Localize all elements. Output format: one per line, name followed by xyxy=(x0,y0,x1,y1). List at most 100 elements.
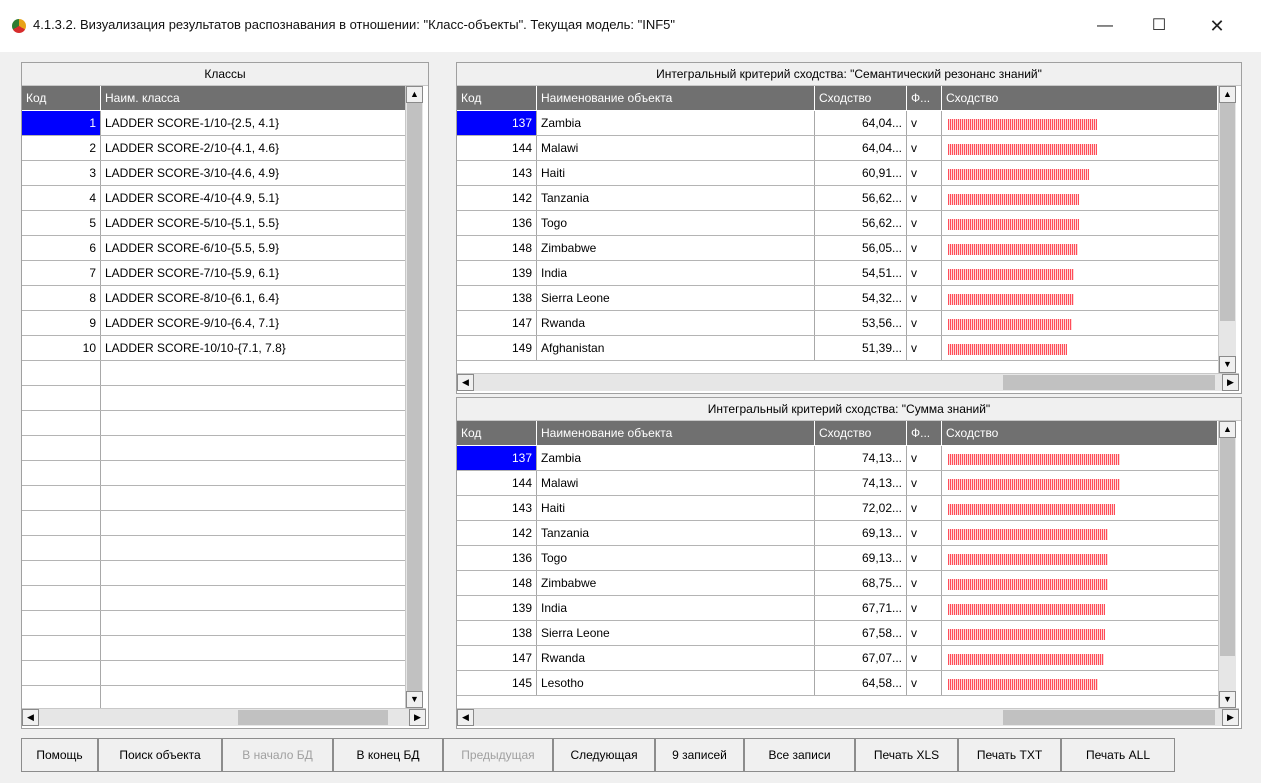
class-name-cell: LADDER SCORE-8/10-{6.1, 6.4} xyxy=(105,291,280,305)
scroll-thumb[interactable] xyxy=(1220,438,1235,656)
table-row[interactable]: 143 Haiti 60,91... v xyxy=(457,161,1218,186)
column-header-code[interactable]: Код xyxy=(457,421,537,445)
scroll-down-arrow-icon[interactable]: ▼ xyxy=(406,691,423,708)
scroll-thumb[interactable] xyxy=(407,103,422,691)
column-header-object-name[interactable]: Наименование объекта xyxy=(537,421,815,445)
class-name-cell: LADDER SCORE-1/10-{2.5, 4.1} xyxy=(105,116,280,130)
table-row[interactable]: 136 Togo 56,62... v xyxy=(457,211,1218,236)
scroll-left-arrow-icon[interactable]: ◀ xyxy=(457,709,474,726)
print-xls-button[interactable]: Печать XLS xyxy=(855,738,958,772)
table-row[interactable]: 139 India 54,51... v xyxy=(457,261,1218,286)
table-row[interactable]: 142 Tanzania 56,62... v xyxy=(457,186,1218,211)
scroll-thumb[interactable] xyxy=(238,710,388,725)
table-row[interactable]: 137 Zambia 64,04... v xyxy=(457,111,1218,136)
scroll-thumb[interactable] xyxy=(1003,710,1215,725)
nine-records-button[interactable]: 9 записей xyxy=(655,738,744,772)
db-end-button[interactable]: В конец БД xyxy=(333,738,443,772)
object-name-cell: Haiti xyxy=(537,496,815,520)
object-name-cell: Malawi xyxy=(537,136,815,160)
print-all-button[interactable]: Печать ALL xyxy=(1061,738,1175,772)
table-row[interactable]: 139 India 67,71... v xyxy=(457,596,1218,621)
table-row[interactable]: 6 LADDER SCORE-6/10-{5.5, 5.9} xyxy=(22,236,405,261)
table-row[interactable]: 142 Tanzania 69,13... v xyxy=(457,521,1218,546)
db-start-button[interactable]: В начало БД xyxy=(222,738,333,772)
scroll-right-arrow-icon[interactable]: ▶ xyxy=(409,709,426,726)
class-name-cell xyxy=(101,536,405,560)
column-header-fact[interactable]: Ф... xyxy=(907,421,942,445)
table-row[interactable]: 1 LADDER SCORE-1/10-{2.5, 4.1} xyxy=(22,111,405,136)
table-row[interactable]: 10 LADDER SCORE-10/10-{7.1, 7.8} xyxy=(22,336,405,361)
help-button[interactable]: Помощь xyxy=(21,738,98,772)
scroll-up-arrow-icon[interactable]: ▲ xyxy=(1219,86,1236,103)
scroll-right-arrow-icon[interactable]: ▶ xyxy=(1222,374,1239,391)
class-name-cell xyxy=(101,386,405,410)
table-row[interactable]: 147 Rwanda 53,56... v xyxy=(457,311,1218,336)
column-header-similarity[interactable]: Сходство xyxy=(815,86,907,110)
all-records-button[interactable]: Все записи xyxy=(744,738,855,772)
table-row[interactable]: 136 Togo 69,13... v xyxy=(457,546,1218,571)
previous-button[interactable]: Предыдущая xyxy=(443,738,553,772)
column-header-similarity-bar[interactable]: Сходство xyxy=(942,421,1218,445)
similarity-bar xyxy=(948,579,1108,590)
table-row[interactable]: 148 Zimbabwe 56,05... v xyxy=(457,236,1218,261)
table-row[interactable]: 144 Malawi 64,04... v xyxy=(457,136,1218,161)
table-row[interactable]: 147 Rwanda 67,07... v xyxy=(457,646,1218,671)
fact-cell: v xyxy=(907,596,942,620)
table-row[interactable]: 9 LADDER SCORE-9/10-{6.4, 7.1} xyxy=(22,311,405,336)
table-row[interactable]: 149 Afghanistan 51,39... v xyxy=(457,336,1218,361)
column-header-similarity[interactable]: Сходство xyxy=(815,421,907,445)
sum-of-knowledge-panel: Интегральный критерий сходства: "Сумма з… xyxy=(456,397,1242,729)
table-row[interactable]: 144 Malawi 74,13... v xyxy=(457,471,1218,496)
column-header-class-name[interactable]: Наим. класса xyxy=(101,86,406,110)
column-header-object-name[interactable]: Наименование объекта xyxy=(537,86,815,110)
object-name-cell: Lesotho xyxy=(537,671,815,695)
close-button[interactable]: ✕ xyxy=(1199,13,1235,39)
scroll-up-arrow-icon[interactable]: ▲ xyxy=(1219,421,1236,438)
column-header-code[interactable]: Код xyxy=(22,86,101,110)
classes-horizontal-scrollbar[interactable]: ◀ ▶ xyxy=(22,708,426,726)
table-row[interactable]: 138 Sierra Leone 54,32... v xyxy=(457,286,1218,311)
object-name-cell: Togo xyxy=(537,211,815,235)
column-header-fact[interactable]: Ф... xyxy=(907,86,942,110)
column-header-similarity-bar[interactable]: Сходство xyxy=(942,86,1218,110)
class-name-cell xyxy=(101,461,405,485)
table-row[interactable]: 5 LADDER SCORE-5/10-{5.1, 5.5} xyxy=(22,211,405,236)
scroll-left-arrow-icon[interactable]: ◀ xyxy=(22,709,39,726)
scroll-down-arrow-icon[interactable]: ▼ xyxy=(1219,691,1236,708)
scroll-thumb[interactable] xyxy=(1220,103,1235,321)
table-row[interactable]: 4 LADDER SCORE-4/10-{4.9, 5.1} xyxy=(22,186,405,211)
sum-vertical-scrollbar[interactable]: ▲ ▼ xyxy=(1218,421,1236,708)
table-row[interactable]: 7 LADDER SCORE-7/10-{5.9, 6.1} xyxy=(22,261,405,286)
scroll-left-arrow-icon[interactable]: ◀ xyxy=(457,374,474,391)
scroll-up-arrow-icon[interactable]: ▲ xyxy=(406,86,423,103)
class-name-cell xyxy=(101,561,405,585)
print-txt-button[interactable]: Печать TXT xyxy=(958,738,1061,772)
next-button[interactable]: Следующая xyxy=(553,738,655,772)
similarity-bar-cell xyxy=(942,211,1218,235)
scroll-right-arrow-icon[interactable]: ▶ xyxy=(1222,709,1239,726)
table-row[interactable]: 3 LADDER SCORE-3/10-{4.6, 4.9} xyxy=(22,161,405,186)
table-row[interactable]: 145 Lesotho 64,58... v xyxy=(457,671,1218,696)
scroll-thumb[interactable] xyxy=(1003,375,1215,390)
table-row[interactable]: 8 LADDER SCORE-8/10-{6.1, 6.4} xyxy=(22,286,405,311)
scroll-down-arrow-icon[interactable]: ▼ xyxy=(1219,356,1236,373)
classes-vertical-scrollbar[interactable]: ▲ ▼ xyxy=(405,86,423,708)
maximize-button[interactable]: ☐ xyxy=(1141,13,1177,39)
class-name-cell xyxy=(101,486,405,510)
object-name-cell: Zimbabwe xyxy=(537,571,815,595)
table-row[interactable]: 2 LADDER SCORE-2/10-{4.1, 4.6} xyxy=(22,136,405,161)
table-row[interactable]: 138 Sierra Leone 67,58... v xyxy=(457,621,1218,646)
semantic-vertical-scrollbar[interactable]: ▲ ▼ xyxy=(1218,86,1236,373)
semantic-horizontal-scrollbar[interactable]: ◀ ▶ xyxy=(457,373,1239,391)
sum-horizontal-scrollbar[interactable]: ◀ ▶ xyxy=(457,708,1239,726)
find-object-button[interactable]: Поиск объекта xyxy=(98,738,222,772)
empty-table-row xyxy=(22,561,405,586)
table-row[interactable]: 148 Zimbabwe 68,75... v xyxy=(457,571,1218,596)
class-code-cell xyxy=(22,361,101,385)
column-header-code[interactable]: Код xyxy=(457,86,537,110)
minimize-button[interactable]: — xyxy=(1087,13,1123,39)
table-row[interactable]: 137 Zambia 74,13... v xyxy=(457,446,1218,471)
table-row[interactable]: 143 Haiti 72,02... v xyxy=(457,496,1218,521)
similarity-value-cell: 56,05... xyxy=(815,236,907,260)
object-name-cell: Sierra Leone xyxy=(537,286,815,310)
